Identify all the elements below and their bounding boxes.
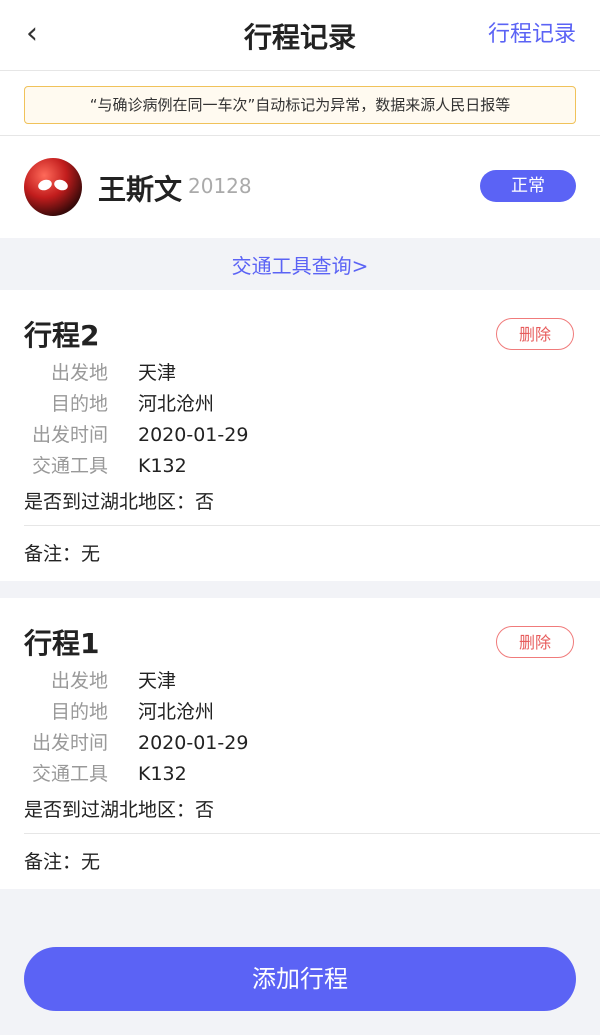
delete-button[interactable]: 删除 bbox=[496, 626, 574, 658]
header: ‹ 行程记录 行程记录 bbox=[0, 0, 600, 71]
remark-value: 无 bbox=[81, 851, 101, 873]
hubei-label: 是否到过湖北地区： bbox=[24, 799, 196, 821]
departure-row: 出发地 天津 bbox=[24, 666, 176, 693]
departure-row: 出发地 天津 bbox=[24, 358, 176, 385]
hubei-row: 是否到过湖北地区：否 bbox=[24, 487, 214, 514]
trip-records-link[interactable]: 行程记录 bbox=[488, 16, 576, 48]
departure-time-label: 出发时间 bbox=[31, 424, 108, 446]
divider bbox=[24, 833, 600, 834]
departure-time-label: 出发时间 bbox=[31, 732, 108, 754]
departure-time-value: 2020-01-29 bbox=[138, 732, 249, 754]
remark-value: 无 bbox=[81, 543, 101, 565]
user-id: 20128 bbox=[188, 174, 252, 198]
hubei-value: 否 bbox=[195, 491, 215, 513]
transport-row: 交通工具 K132 bbox=[24, 759, 187, 786]
destination-label: 目的地 bbox=[50, 393, 108, 415]
remark-label: 备注： bbox=[24, 851, 82, 873]
departure-time-row: 出发时间 2020-01-29 bbox=[24, 420, 248, 447]
avatar bbox=[24, 158, 82, 216]
hubei-label: 是否到过湖北地区： bbox=[24, 491, 196, 513]
trip-title: 行程1 bbox=[24, 627, 100, 660]
transport-query-link[interactable]: 交通工具查询> bbox=[0, 250, 600, 279]
transport-value: K132 bbox=[138, 763, 187, 785]
transport-label: 交通工具 bbox=[31, 455, 108, 477]
departure-label: 出发地 bbox=[50, 670, 108, 692]
hubei-row: 是否到过湖北地区：否 bbox=[24, 795, 214, 822]
profile-card: 王斯文 20128 正常 bbox=[0, 136, 600, 238]
departure-time-value: 2020-01-29 bbox=[138, 424, 249, 446]
user-name: 王斯文 bbox=[98, 173, 183, 206]
trip-title: 行程2 bbox=[24, 319, 100, 352]
delete-button[interactable]: 删除 bbox=[496, 318, 574, 350]
transport-value: K132 bbox=[138, 455, 187, 477]
departure-value: 天津 bbox=[138, 362, 177, 384]
departure-time-row: 出发时间 2020-01-29 bbox=[24, 728, 248, 755]
destination-row: 目的地 河北沧州 bbox=[24, 697, 214, 724]
status-badge: 正常 bbox=[480, 170, 576, 202]
remark-row: 备注：无 bbox=[24, 539, 100, 566]
destination-value: 河北沧州 bbox=[138, 393, 215, 415]
departure-label: 出发地 bbox=[50, 362, 108, 384]
destination-row: 目的地 河北沧州 bbox=[24, 389, 214, 416]
destination-value: 河北沧州 bbox=[138, 701, 215, 723]
departure-value: 天津 bbox=[138, 670, 177, 692]
transport-row: 交通工具 K132 bbox=[24, 451, 187, 478]
notice-text: “与确诊病例在同一车次”自动标记为异常，数据来源人民日报等 bbox=[24, 86, 576, 124]
hubei-value: 否 bbox=[195, 799, 215, 821]
trip-card: 行程2 删除 出发地 天津 目的地 河北沧州 出发时间 2020-01-29 交通工具… bbox=[0, 290, 600, 581]
trip-card: 行程1 删除 出发地 天津 目的地 河北沧州 出发时间 2020-01-29 交通工具… bbox=[0, 598, 600, 889]
divider bbox=[24, 525, 600, 526]
add-trip-button[interactable]: 添加行程 bbox=[24, 947, 576, 1011]
destination-label: 目的地 bbox=[50, 701, 108, 723]
remark-row: 备注：无 bbox=[24, 847, 100, 874]
remark-label: 备注： bbox=[24, 543, 82, 565]
transport-label: 交通工具 bbox=[31, 763, 108, 785]
notice-bar: “与确诊病例在同一车次”自动标记为异常，数据来源人民日报等 bbox=[0, 71, 600, 136]
